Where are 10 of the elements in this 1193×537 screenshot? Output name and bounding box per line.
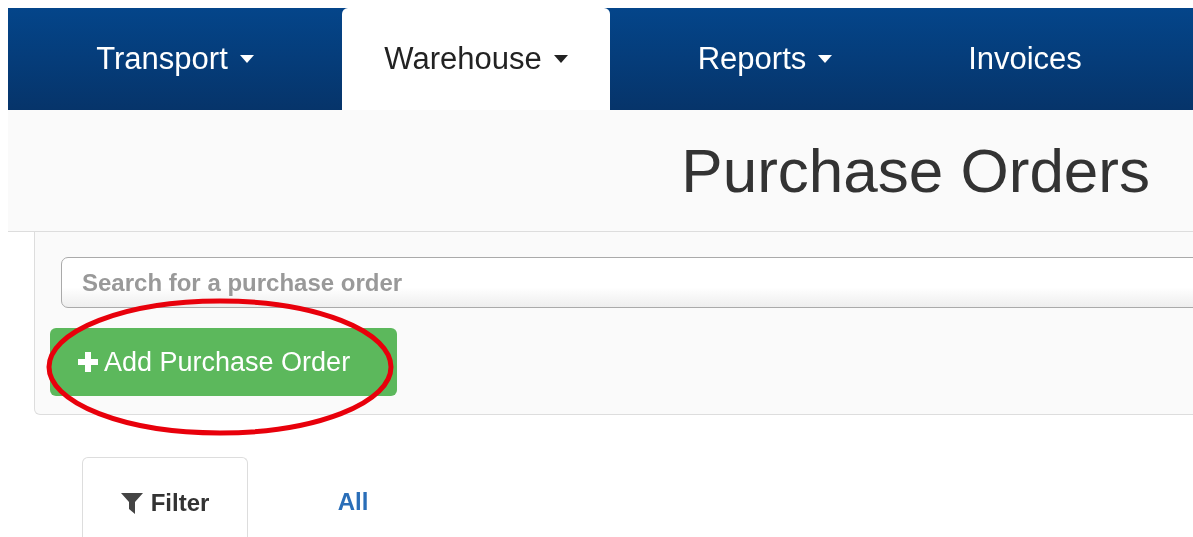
all-tab[interactable]: All bbox=[248, 457, 458, 537]
search-field[interactable]: Search for a purchase order bbox=[61, 257, 1193, 308]
nav-tab[interactable]: Reports bbox=[610, 8, 920, 110]
nav-tab[interactable]: Invoices bbox=[920, 8, 1130, 110]
funnel-icon bbox=[120, 491, 143, 514]
nav-tab[interactable]: Transport bbox=[8, 8, 342, 110]
plus-icon bbox=[78, 352, 98, 372]
page-title: Purchase Orders bbox=[681, 135, 1150, 206]
filter-tab[interactable]: Filter bbox=[82, 457, 248, 537]
nav-tab[interactable]: Warehouse bbox=[342, 8, 610, 110]
